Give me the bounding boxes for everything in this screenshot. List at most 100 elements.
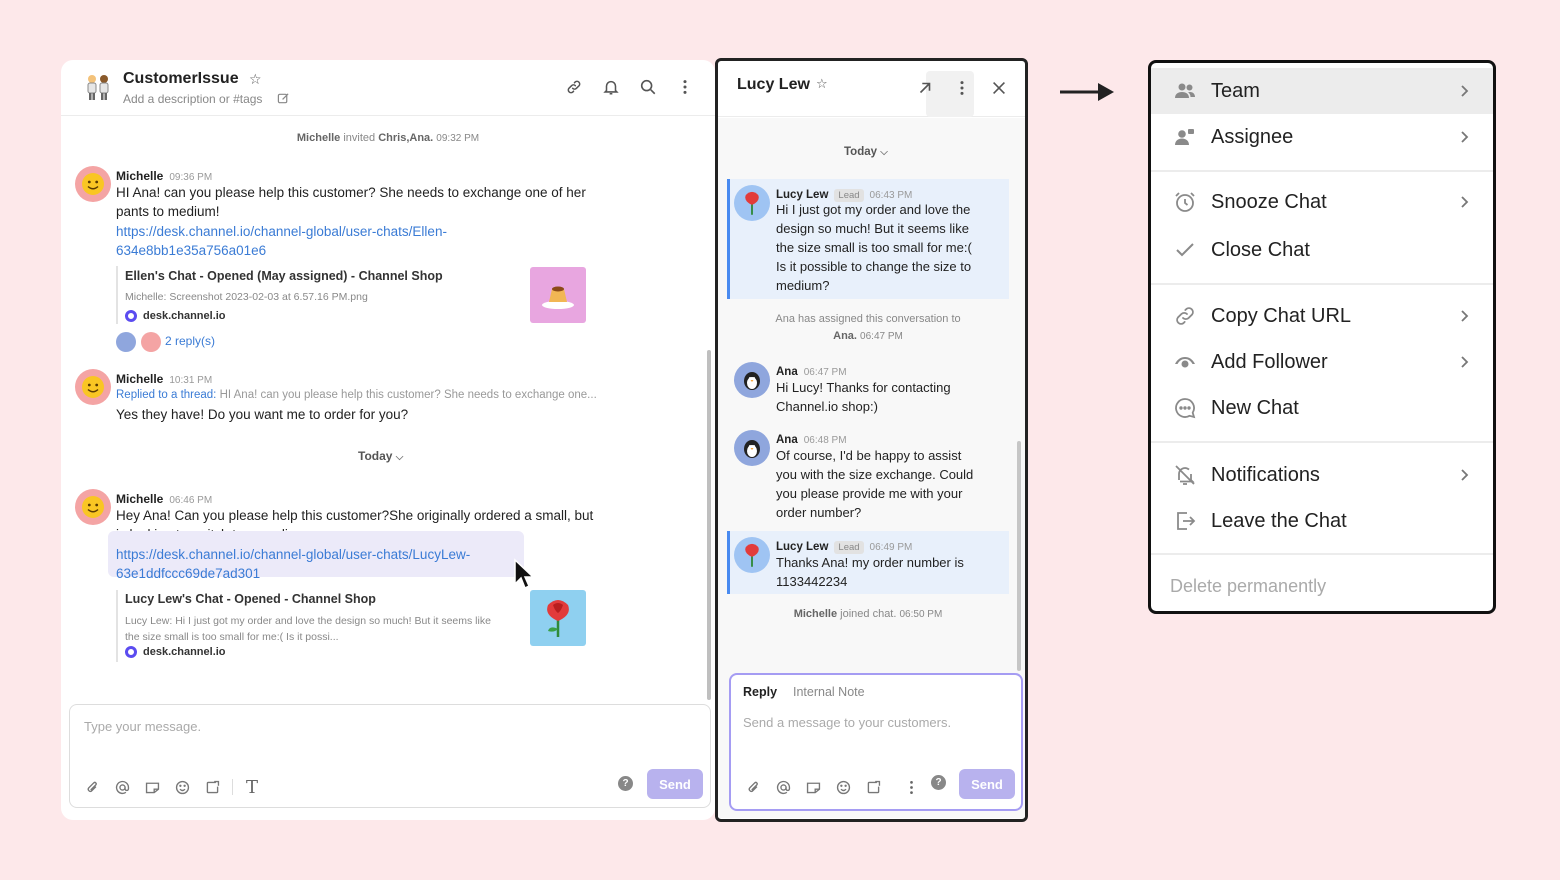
bell-icon[interactable] <box>600 76 622 98</box>
emoji-icon[interactable] <box>172 777 192 797</box>
search-icon[interactable] <box>637 76 659 98</box>
tab-reply[interactable]: Reply <box>743 685 777 699</box>
exit-icon <box>1171 507 1199 535</box>
message-text: Of course, I'd be happy to assist you wit… <box>776 448 974 520</box>
chevron-down-icon: ⌵ <box>880 147 888 158</box>
menu-item-snooze-chat[interactable]: Snooze Chat <box>1151 179 1493 225</box>
date-divider[interactable]: Today ⌵ <box>844 146 888 158</box>
link-preview-title[interactable]: Ellen's Chat - Opened (May assigned) - C… <box>125 269 443 283</box>
description-placeholder[interactable]: Add a description or #tags <box>123 92 262 106</box>
more-vertical-icon[interactable] <box>674 76 696 98</box>
chevron-right-icon <box>1461 356 1469 368</box>
help-icon[interactable]: ? <box>931 775 946 790</box>
menu-item-team[interactable]: Team <box>1151 68 1493 114</box>
message-input[interactable]: Type your message. <box>84 719 201 734</box>
menu-item-label: Add Follower <box>1211 350 1328 373</box>
menu-item-delete-permanently[interactable]: Delete permanently <box>1170 576 1326 597</box>
integration-icon[interactable] <box>863 777 883 797</box>
message-text: Hi I just got my order and love the desig… <box>776 202 972 293</box>
menu-item-label: Leave the Chat <box>1211 509 1347 532</box>
menu-item-close-chat[interactable]: Close Chat <box>1151 227 1493 273</box>
menu-item-label: Team <box>1211 79 1260 102</box>
menu-item-leave-the-chat[interactable]: Leave the Chat <box>1151 498 1493 544</box>
thread-replies[interactable]: 2 reply(s) <box>116 332 236 352</box>
tab-internal-note[interactable]: Internal Note <box>793 685 865 699</box>
integration-icon[interactable] <box>202 777 222 797</box>
alarm-clock-icon <box>1171 188 1199 216</box>
message-meta: Michelle 10:31 PM <box>116 370 212 388</box>
menu-item-add-follower[interactable]: Add Follower <box>1151 339 1493 385</box>
message-text: Hi Lucy! Thanks for contacting Channel.io… <box>776 380 951 414</box>
menu-divider <box>1151 441 1493 443</box>
menu-item-label: Assignee <box>1211 125 1294 148</box>
open-external-icon[interactable] <box>914 77 936 99</box>
menu-divider <box>1151 283 1493 285</box>
pudding-thumbnail[interactable] <box>530 267 586 323</box>
chat-header: CustomerIssue ☆ Add a description or #ta… <box>61 60 715 116</box>
more-vertical-icon[interactable] <box>951 77 973 99</box>
avatar[interactable] <box>75 489 111 525</box>
link-icon <box>1171 302 1199 330</box>
emoji-icon[interactable] <box>833 777 853 797</box>
channel-logo-icon <box>125 646 137 658</box>
menu-item-label: Copy Chat URL <box>1211 304 1352 327</box>
menu-item-notifications[interactable]: Notifications <box>1151 452 1493 498</box>
menu-item-new-chat[interactable]: New Chat <box>1151 385 1493 431</box>
rose-icon <box>547 600 569 637</box>
favorite-star-icon[interactable]: ☆ <box>816 76 828 92</box>
avatar[interactable] <box>75 369 111 405</box>
message-time: 06:48 PM <box>803 435 847 446</box>
avatar[interactable] <box>734 185 770 221</box>
favorite-star-icon[interactable]: ☆ <box>249 71 262 88</box>
smiley-emoji-icon <box>82 376 104 398</box>
card-accent-bar <box>116 590 118 662</box>
text-format-icon[interactable]: T <box>242 777 262 798</box>
date-divider[interactable]: Today ⌵ <box>358 449 403 463</box>
message-link[interactable]: https://desk.channel.io/channel-global/u… <box>116 545 470 583</box>
attachment-icon[interactable] <box>82 777 102 797</box>
chevron-down-icon: ⌵ <box>395 452 404 463</box>
saved-reply-icon[interactable] <box>803 777 823 797</box>
menu-item-label: Notifications <box>1211 463 1320 486</box>
avatar[interactable] <box>734 430 770 466</box>
mention-icon[interactable] <box>773 777 793 797</box>
send-button[interactable]: Send <box>959 769 1015 799</box>
reply-input[interactable]: Send a message to your customers. <box>743 715 951 730</box>
rose-thumbnail[interactable] <box>530 590 586 646</box>
menu-item-copy-chat-url[interactable]: Copy Chat URL <box>1151 293 1493 339</box>
more-vertical-icon[interactable] <box>901 777 921 797</box>
replier-avatar <box>116 332 136 352</box>
close-icon[interactable] <box>988 77 1010 99</box>
menu-item-label: New Chat <box>1211 396 1299 419</box>
mention-icon[interactable] <box>112 777 132 797</box>
link-preview-title[interactable]: Lucy Lew's Chat - Opened - Channel Shop <box>125 592 376 606</box>
replies-link[interactable]: 2 reply(s) <box>165 332 215 351</box>
message-time: 06:46 PM <box>169 495 213 506</box>
smiley-emoji-icon <box>82 496 104 518</box>
penguin-icon <box>744 440 760 458</box>
send-button[interactable]: Send <box>647 769 703 799</box>
replier-avatar <box>141 332 161 352</box>
message-composer[interactable]: Type your message. T ? Send <box>69 704 711 808</box>
checkmark-icon <box>1171 236 1199 264</box>
help-icon[interactable]: ? <box>618 776 633 791</box>
menu-divider <box>1151 170 1493 172</box>
avatar[interactable] <box>75 166 111 202</box>
smiley-emoji-icon <box>82 173 104 195</box>
link-icon[interactable] <box>563 76 585 98</box>
saved-reply-icon[interactable] <box>142 777 162 797</box>
attachment-icon[interactable] <box>743 777 763 797</box>
reply-composer[interactable]: Reply Internal Note Send a message to yo… <box>729 673 1023 811</box>
menu-item-assignee[interactable]: Assignee <box>1151 114 1493 160</box>
message-author: Michelle <box>116 492 164 506</box>
scrollbar[interactable] <box>1017 441 1021 671</box>
avatar[interactable] <box>734 362 770 398</box>
link-preview-subtitle: Michelle: Screenshot 2023-02-03 at 6.57.… <box>125 291 368 303</box>
avatar[interactable] <box>734 537 770 573</box>
chevron-right-icon <box>1461 131 1469 143</box>
message-link[interactable]: https://desk.channel.io/channel-global/u… <box>116 222 447 260</box>
edit-pencil-icon[interactable] <box>277 92 290 105</box>
scrollbar[interactable] <box>707 350 711 700</box>
thread-reply-reference[interactable]: Replied to a thread: HI Ana! can you ple… <box>116 389 597 401</box>
pudding-icon <box>542 286 574 309</box>
